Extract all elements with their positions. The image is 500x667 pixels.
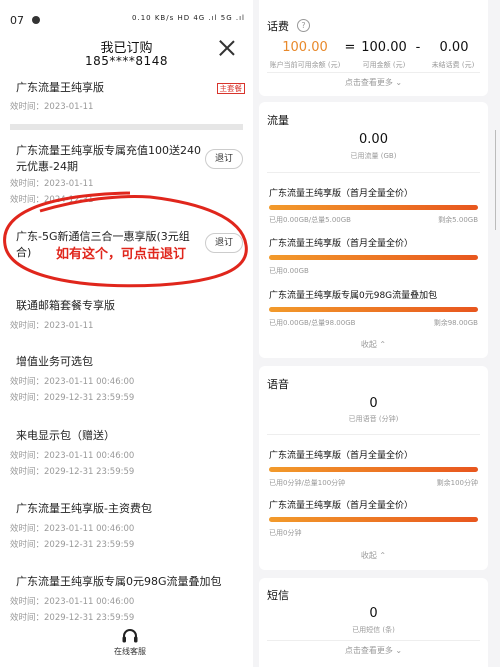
status-bar: 07 0.10 KB/s HD 4G .ıl 5G .ıl	[8, 14, 245, 27]
traffic-card: 流量 0.00 已用流量 (GB) 广东流量王纯享版（首月全量全价） 已用0.0…	[259, 102, 488, 358]
usage-bar	[269, 205, 478, 210]
collapse-link[interactable]: 收起 ⌃	[259, 339, 488, 350]
fee-title: 话费	[267, 20, 289, 33]
sms-title: 短信	[267, 589, 289, 602]
item-name: 广东流量王纯享版	[16, 81, 104, 94]
fee-card: 话费 ? 100.00 账户当前可用余额 (元) = 100.00 可用金额 (…	[259, 0, 488, 96]
item-date: 效时间：2029-12-31 23:59:59	[10, 467, 135, 477]
view-more-link[interactable]: 点击查看更多 ⌄	[259, 77, 488, 88]
voice-card: 语音 0 已用语音 (分钟) 广东流量王纯享版（首月全量全价） 已用0分钟/总量…	[259, 366, 488, 570]
package-name: 广东流量王纯享版（首月全量全价）	[269, 501, 414, 511]
item-date: 效时间：2029-12-31 23:59:59	[10, 540, 135, 550]
subscribed-panel: 07 0.10 KB/s HD 4G .ıl 5G .ıl 我已订购 185**…	[0, 0, 253, 667]
voice-used-value: 0	[369, 396, 378, 411]
divider	[267, 172, 480, 173]
available-label: 可用金额 (元)	[362, 61, 406, 69]
item-name: 广东流量王纯享版专属充值100送240元优惠-24期	[16, 144, 201, 173]
usage-bar	[269, 255, 478, 260]
item-date: 效时间：2029-12-31 23:59:59	[10, 393, 135, 403]
minus-sign: -	[415, 40, 421, 55]
usage-remaining: 剩余100分钟	[436, 479, 478, 487]
package-name: 广东流量王纯享版（首月全量全价）	[269, 239, 414, 249]
usage-panel: 话费 ? 100.00 账户当前可用余额 (元) = 100.00 可用金额 (…	[255, 0, 500, 667]
scrollbar[interactable]	[494, 130, 496, 230]
divider	[267, 434, 480, 435]
phone-number: 185****8148	[85, 54, 168, 68]
balance-value: 100.00	[282, 40, 328, 55]
available-value: 100.00	[361, 40, 407, 55]
traffic-title: 流量	[267, 114, 289, 127]
item-date: 效时间：2029-12-31 23:59:59	[10, 613, 135, 623]
divider	[10, 124, 243, 130]
voice-title: 语音	[267, 378, 289, 391]
usage-bar	[269, 467, 478, 472]
item-name: 广东流量王纯享版-主资费包	[16, 502, 152, 515]
help-icon[interactable]: ?	[297, 19, 310, 32]
annotation-text: 如有这个，可点击退订	[56, 247, 187, 262]
customer-service-button[interactable]: 在线客服	[108, 628, 152, 657]
voice-used-label: 已用语音 (分钟)	[348, 415, 399, 423]
usage-remaining: 剩余98.00GB	[433, 319, 478, 327]
customer-service-label: 在线客服	[114, 647, 146, 656]
unsubscribe-button[interactable]: 退订	[205, 149, 243, 169]
equals-sign: =	[344, 40, 356, 55]
usage-used: 已用0.00GB	[269, 267, 309, 275]
usage-used: 已用0分钟/总量100分钟	[269, 479, 346, 487]
package-name: 广东流量王纯享版专属0元98G流量叠加包	[269, 291, 438, 301]
usage-bar	[269, 517, 478, 522]
item-date: 效时间：2023-01-11 00:46:00	[10, 524, 135, 534]
item-name: 广东流量王纯享版专属0元98G流量叠加包	[16, 575, 222, 588]
item-date: 效时间：2023-01-11	[10, 102, 94, 112]
item-date: 效时间：2023-01-11 00:46:00	[10, 377, 135, 387]
divider	[267, 72, 480, 73]
unpaid-label: 未结话费 (元)	[431, 61, 475, 69]
item-date: 效时间：2023-01-11	[10, 321, 94, 331]
usage-used: 已用0分钟	[269, 529, 302, 537]
view-more-label: 点击查看更多	[344, 78, 393, 87]
unpaid-value: 0.00	[439, 40, 469, 55]
signal-icons: 0.10 KB/s HD 4G .ıl 5G .ıl	[132, 14, 245, 22]
sms-card: 短信 0 已用短信 (条) 点击查看更多 ⌄	[259, 578, 488, 667]
usage-used: 已用0.00GB/总量5.00GB	[269, 216, 351, 224]
sms-used-label: 已用短信 (条)	[352, 626, 395, 634]
main-plan-badge: 主套餐	[216, 83, 245, 94]
collapse-label: 收起	[360, 551, 377, 560]
close-icon[interactable]	[219, 40, 235, 56]
package-name: 广东流量王纯享版（首月全量全价）	[269, 189, 414, 199]
usage-bar	[269, 307, 478, 312]
usage-used: 已用0.00GB/总量98.00GB	[269, 319, 356, 327]
view-more-label: 点击查看更多	[344, 646, 393, 655]
item-name: 来电显示包（赠送）	[16, 429, 115, 442]
headset-icon	[122, 629, 138, 643]
status-time: 07	[10, 14, 24, 27]
traffic-used-value: 0.00	[359, 132, 388, 147]
item-date: 效时间：2023-01-11 00:46:00	[10, 597, 135, 607]
item-name: 增值业务可选包	[16, 355, 93, 368]
unsubscribe-button[interactable]: 退订	[205, 233, 243, 253]
chat-icon	[32, 16, 40, 24]
sms-used-value: 0	[369, 606, 378, 621]
view-more-link[interactable]: 点击查看更多 ⌄	[259, 645, 488, 656]
traffic-used-label: 已用流量 (GB)	[350, 152, 397, 160]
collapse-link[interactable]: 收起 ⌃	[259, 550, 488, 561]
divider	[267, 640, 480, 641]
package-name: 广东流量王纯享版（首月全量全价）	[269, 451, 414, 461]
item-name: 联通邮箱套餐专享版	[16, 299, 115, 312]
balance-label: 账户当前可用余额 (元)	[269, 61, 341, 69]
item-date: 效时间：2023-01-11 00:46:00	[10, 451, 135, 461]
usage-remaining: 剩余5.00GB	[438, 216, 478, 224]
collapse-label: 收起	[360, 340, 377, 349]
